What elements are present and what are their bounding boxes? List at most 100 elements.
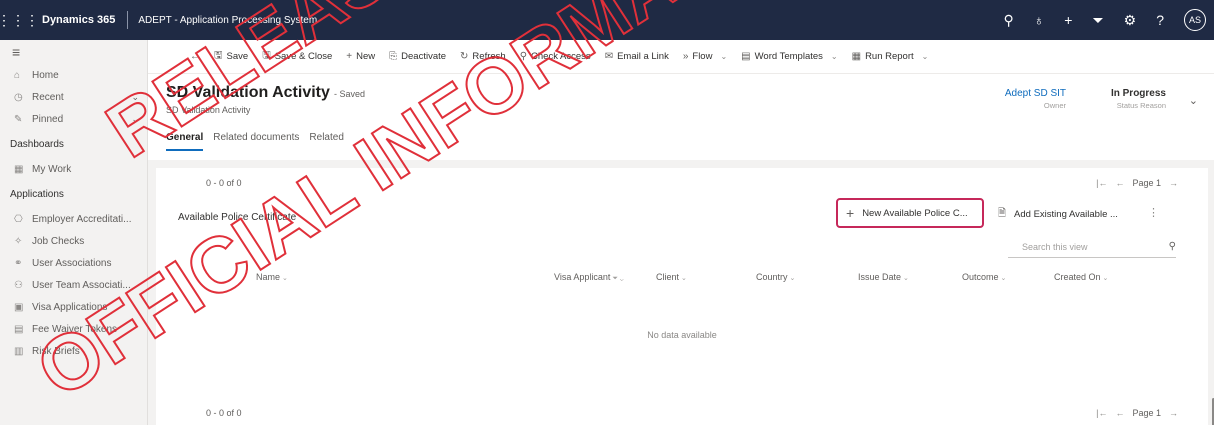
user-avatar[interactable]: AS — [1184, 9, 1206, 31]
owner-value[interactable]: Adept SD SIT — [1005, 88, 1066, 99]
dashboard-icon: ▦ — [14, 163, 24, 175]
sidebar-item-user-team-associati[interactable]: ⚇ User Team Associati... — [0, 274, 147, 296]
sidebar-item-label: Risk Briefs — [32, 345, 80, 357]
chevron-down-icon: ⌄ — [1102, 275, 1109, 282]
next-page-icon[interactable]: → — [1169, 178, 1178, 188]
search-icon[interactable]: ⚲ — [1003, 12, 1013, 29]
save-label: Save — [226, 51, 249, 62]
more-options-icon[interactable]: ⋮ — [1148, 206, 1159, 219]
new-button-label: New Available Police C... — [862, 207, 968, 219]
first-page-icon[interactable]: |← — [1096, 408, 1107, 418]
record-range-bottom: 0 - 0 of 0 — [206, 408, 242, 418]
flow-button[interactable]: » Flow ⌄ — [683, 51, 727, 62]
save-button[interactable]: 🖫 Save — [214, 48, 248, 65]
column-header-client[interactable]: Client ⌄ — [656, 272, 687, 282]
app-launcher-icon[interactable]: ⋮⋮⋮ — [0, 0, 39, 40]
sidebar-item-label: Recent — [32, 91, 64, 103]
settings-gear-icon[interactable]: ⚙ — [1124, 12, 1137, 29]
flow-icon: » — [682, 51, 689, 62]
sidebar-item-fee-waiver-tokens[interactable]: ▤ Fee Waiver Tokens — [0, 318, 147, 340]
app-name[interactable]: ADEPT - Application Processing System — [138, 15, 317, 26]
sidebar-item-visa-applications[interactable]: ▣ Visa Applications — [0, 296, 147, 318]
subgrid-title: Available Police Certificate — [178, 212, 297, 223]
sidebar-item-label: Visa Applications — [32, 301, 108, 313]
add-existing-button[interactable]: 🗎 Add Existing Available ... — [998, 206, 1118, 223]
save-close-button[interactable]: 🖫 Save & Close — [262, 48, 332, 65]
deactivate-button[interactable]: ⎘ Deactivate — [389, 51, 446, 62]
back-button[interactable]: ← — [190, 51, 200, 62]
column-header-outcome[interactable]: Outcome ⌄ — [962, 272, 1006, 282]
fee-waiver-icon: ▤ — [14, 323, 24, 335]
chevron-down-icon: ⌄ — [282, 275, 288, 282]
lightbulb-icon[interactable]: ♁ — [1034, 12, 1045, 28]
new-button[interactable]: + New — [346, 51, 375, 62]
new-available-police-certificate-button[interactable]: + New Available Police C... — [836, 198, 984, 228]
chevron-down-icon: ⌄ — [1000, 275, 1007, 282]
filter-sort-icon: ⏷ ⌄ — [612, 275, 624, 282]
chevron-down-icon[interactable]: ⌄ — [131, 114, 147, 125]
brand-name[interactable]: Dynamics 365 — [36, 14, 127, 26]
sidebar-section-dashboards: Dashboards — [10, 138, 64, 150]
sidebar-item-recent[interactable]: ◷ Recent ⌄ — [0, 86, 147, 108]
sidebar-item-label: My Work — [32, 163, 72, 175]
back-arrow-icon: ← — [190, 51, 200, 62]
accreditation-icon: ⎔ — [14, 213, 23, 225]
previous-page-icon[interactable]: ← — [1115, 178, 1124, 188]
column-header-country[interactable]: Country ⌄ — [756, 272, 795, 282]
check-access-button[interactable]: ⚲ Check Access — [520, 51, 591, 62]
sidebar-item-employer-accreditati[interactable]: ⎔ Employer Accreditati... — [0, 208, 147, 230]
word-templates-label: Word Templates — [754, 51, 823, 62]
next-page-icon[interactable]: → — [1169, 408, 1178, 418]
save-status: - Saved — [334, 89, 366, 99]
record-header: SD Validation Activity - Saved SD Valida… — [148, 74, 1214, 160]
subgrid-header-row: Name ⌄ Visa Applicant ⏷ ⌄ Client ⌄ Country ⌄… — [156, 264, 1208, 290]
column-header-visa-applicant[interactable]: Visa Applicant ⏷ ⌄ — [554, 272, 624, 283]
record-title: SD Validation Activity — [166, 84, 330, 101]
sidebar-item-label: Fee Waiver Tokens — [32, 323, 118, 335]
chevron-down-icon: ⌄ — [903, 275, 909, 282]
sidebar-item-risk-briefs[interactable]: ▥ Risk Briefs — [0, 340, 147, 362]
column-header-created-on[interactable]: Created On ⌄ — [1054, 272, 1108, 282]
column-header-issue-date[interactable]: Issue Date ⌄ — [858, 272, 909, 282]
email-link-button[interactable]: ✉ Email a Link — [605, 51, 669, 62]
record-range-top: 0 - 0 of 0 — [206, 178, 242, 188]
subgrid-card: 0 - 0 of 0 |← ← Page 1 → Available Polic… — [156, 168, 1214, 425]
plus-icon[interactable]: + — [1064, 12, 1072, 28]
deactivate-label: Deactivate — [401, 51, 447, 62]
save-close-label: Save & Close — [274, 51, 333, 62]
run-report-button[interactable]: ▦ Run Report ⌄ — [852, 51, 929, 62]
home-icon: ⌂ — [14, 69, 21, 81]
report-icon: ▦ — [851, 51, 862, 62]
tab-related[interactable]: Related — [309, 132, 343, 151]
plus-icon: + — [846, 205, 855, 221]
column-label: Country — [756, 272, 788, 282]
empty-grid-message: No data available — [647, 330, 717, 340]
sidebar-item-pinned[interactable]: ✎ Pinned ⌄ — [0, 108, 147, 130]
help-icon[interactable]: ? — [1156, 12, 1164, 28]
tab-related-documents[interactable]: Related documents — [213, 132, 299, 151]
column-label: Created On — [1054, 272, 1101, 282]
column-label: Issue Date — [858, 272, 902, 282]
chevron-down-icon[interactable]: ⌄ — [131, 92, 147, 103]
hamburger-menu-icon[interactable]: ≡ — [0, 40, 147, 64]
status-reason-field[interactable]: In Progress Status Reason — [1111, 88, 1166, 110]
sidebar-item-my-work[interactable]: ▦ My Work — [0, 158, 147, 180]
entity-name: SD Validation Activity — [166, 105, 251, 115]
column-label: Outcome — [962, 272, 999, 282]
filter-icon[interactable]: ⏷ — [1092, 12, 1103, 29]
word-templates-button[interactable]: ▤ Word Templates ⌄ — [741, 51, 837, 62]
owner-field[interactable]: Adept SD SIT Owner — [1005, 88, 1066, 110]
sidebar-item-home[interactable]: ⌂ Home — [0, 64, 147, 86]
refresh-button[interactable]: ↻ Refresh — [460, 51, 506, 62]
search-icon[interactable]: ⚲ — [1169, 241, 1176, 252]
sidebar-item-job-checks[interactable]: ✧ Job Checks — [0, 230, 147, 252]
column-label: Client — [656, 272, 680, 282]
previous-page-icon[interactable]: ← — [1115, 408, 1124, 418]
search-view-input[interactable] — [1008, 241, 1138, 252]
first-page-icon[interactable]: |← — [1096, 178, 1107, 188]
status-reason-value: In Progress — [1110, 88, 1166, 99]
sidebar-item-user-associations[interactable]: ⚭ User Associations — [0, 252, 147, 274]
tab-general[interactable]: General — [166, 132, 204, 151]
chevron-down-icon[interactable]: ⌄ — [1189, 94, 1198, 107]
column-header-name[interactable]: Name ⌄ — [256, 272, 288, 282]
